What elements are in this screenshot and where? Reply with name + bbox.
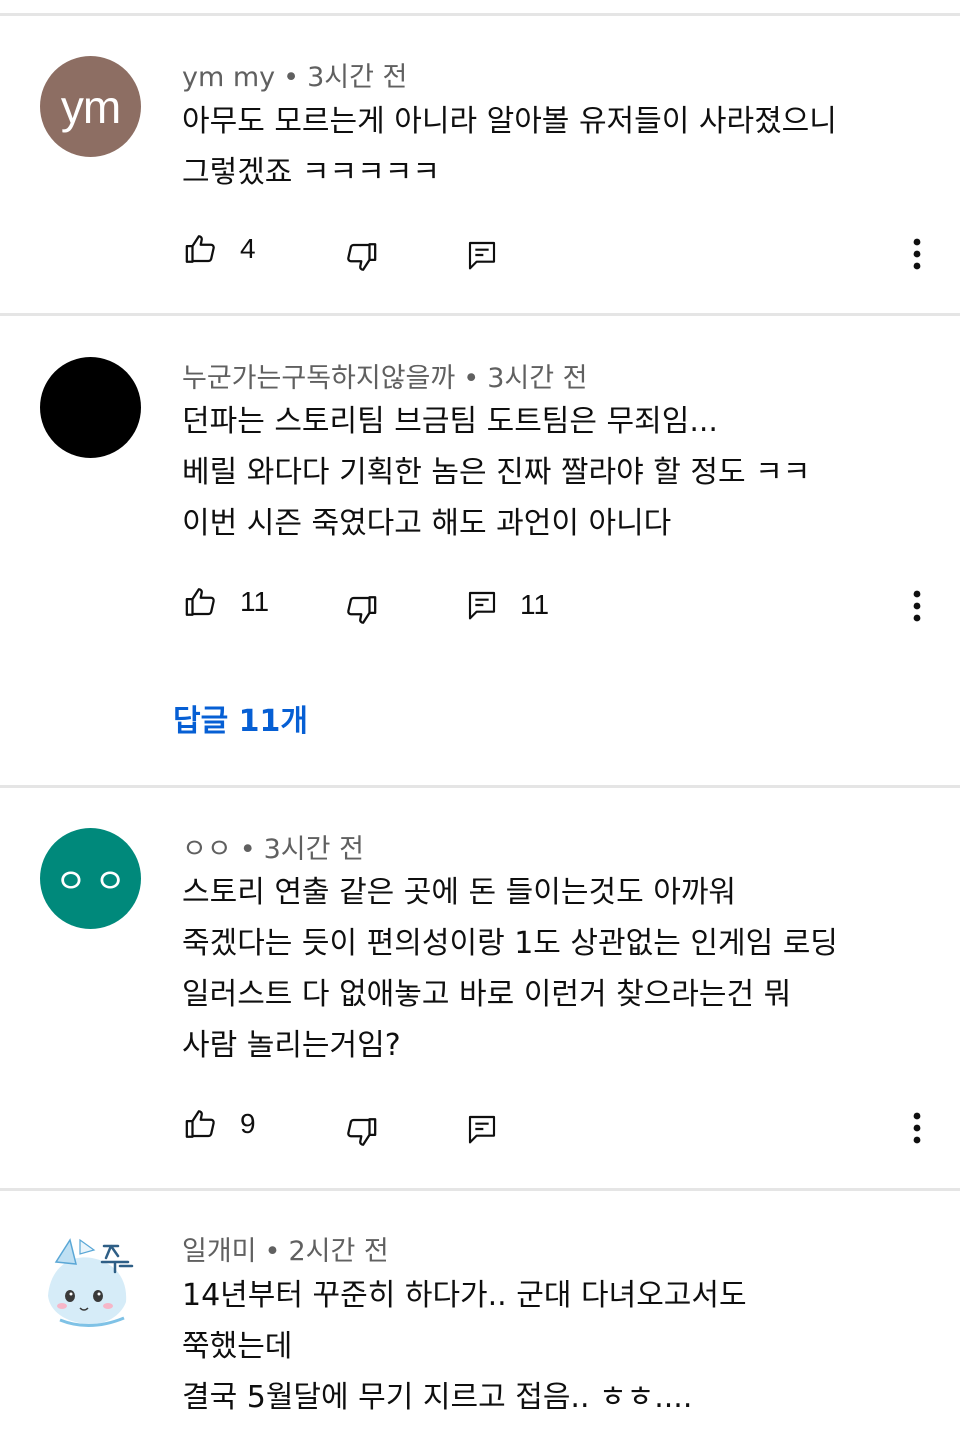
comment-text: 아무도 모르는게 아니라 알아볼 유저들이 사라졌으니 그렇겠죠 ㅋㅋㅋㅋㅋ	[182, 104, 837, 190]
comment-time: 2시간 전	[288, 1236, 389, 1267]
reply-button[interactable]	[466, 1112, 520, 1146]
dislike-button[interactable]	[344, 240, 378, 274]
thumbs-down-icon	[347, 1118, 377, 1146]
comment-time: 3시간 전	[263, 834, 364, 865]
reply-icon	[468, 591, 496, 620]
divider	[0, 785, 960, 788]
meta-separator: •	[463, 363, 480, 394]
avatar[interactable]	[40, 357, 141, 458]
like-button[interactable]: 9	[184, 1107, 256, 1141]
comment-meta: ym my • 3시간 전	[182, 55, 407, 94]
thumbs-down-icon	[347, 243, 377, 271]
comment-author[interactable]: 일개미	[182, 1236, 257, 1267]
comment-author[interactable]: 누군가는구독하지않을까	[182, 363, 455, 394]
divider	[0, 1188, 960, 1191]
more-vert-icon	[913, 238, 921, 270]
more-options-button[interactable]	[900, 586, 934, 626]
reply-count: 11	[520, 589, 550, 620]
comment-text: 14년부터 꾸준히 하다가.. 군대 다녀오고서도 쭉했는데 결국 5월달에 무…	[182, 1278, 747, 1415]
thumbs-down-icon	[347, 596, 377, 624]
thumbs-up-icon	[185, 235, 215, 263]
meta-separator: •	[283, 62, 300, 93]
avatar[interactable]: ㅇㅇ	[40, 828, 141, 929]
reply-button[interactable]: 11	[466, 588, 549, 622]
like-button[interactable]: 11	[184, 585, 269, 619]
more-options-button[interactable]	[900, 234, 934, 274]
view-replies-link[interactable]: 답글 11개	[173, 696, 308, 740]
dislike-button[interactable]	[344, 593, 378, 627]
dislike-button[interactable]	[344, 1115, 378, 1149]
like-count: 9	[240, 1108, 256, 1139]
comment-author[interactable]: ym my	[182, 62, 275, 93]
like-count: 4	[240, 233, 256, 264]
avatar[interactable]: ym	[40, 56, 141, 157]
meta-separator: •	[239, 834, 256, 865]
comment-author[interactable]: ㅇㅇ	[182, 834, 232, 865]
avatar[interactable]	[40, 1232, 141, 1333]
avatar-illustration	[40, 1232, 141, 1333]
thumbs-up-icon	[185, 1110, 215, 1138]
comment-meta: 일개미 • 2시간 전	[182, 1229, 389, 1268]
meta-separator: •	[264, 1236, 281, 1267]
avatar-initials: ㅇㅇ	[55, 863, 134, 901]
comment-meta: ㅇㅇ • 3시간 전	[182, 827, 364, 866]
comment-text: 스토리 연출 같은 곳에 돈 들이는것도 아까워 죽겠다는 듯이 편의성이랑 1…	[182, 875, 838, 1063]
avatar-initials: ym	[60, 80, 121, 133]
thumbs-up-icon	[185, 588, 215, 616]
comment-time: 3시간 전	[307, 62, 408, 93]
more-vert-icon	[913, 590, 921, 622]
reply-icon	[468, 1115, 496, 1144]
more-vert-icon	[913, 1112, 921, 1144]
divider	[0, 313, 960, 316]
comment-time: 3시간 전	[487, 363, 588, 394]
comment-text: 던파는 스토리팀 브금팀 도트팀은 무죄임... 베릴 와다다 기획한 놈은 진…	[182, 404, 811, 541]
reply-icon	[468, 241, 496, 270]
like-button[interactable]: 4	[184, 232, 256, 266]
more-options-button[interactable]	[900, 1108, 934, 1148]
comment-meta: 누군가는구독하지않을까 • 3시간 전	[182, 356, 587, 395]
reply-button[interactable]	[466, 238, 520, 272]
like-count: 11	[240, 586, 270, 617]
divider	[0, 13, 960, 16]
